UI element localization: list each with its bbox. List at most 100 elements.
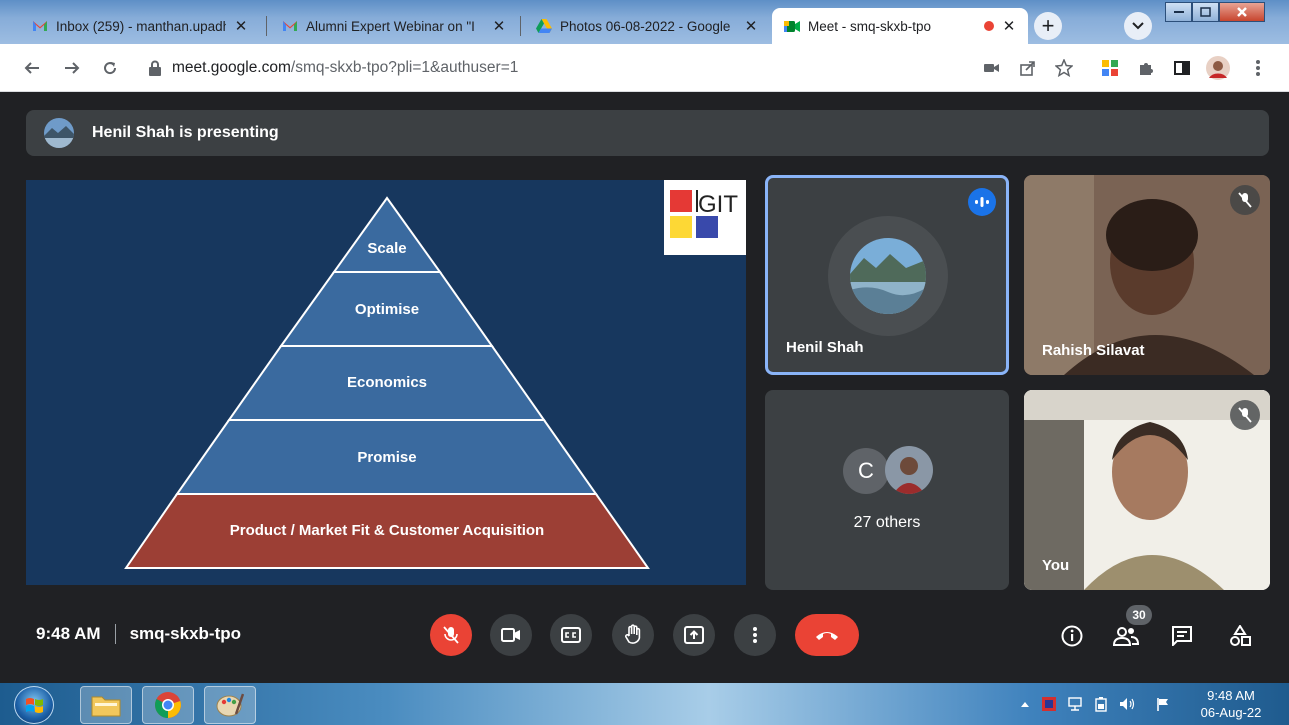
git-logo: GIT bbox=[664, 180, 746, 255]
profile-avatar[interactable] bbox=[1206, 56, 1230, 80]
raise-hand-button[interactable] bbox=[612, 614, 654, 656]
captions-button[interactable] bbox=[550, 614, 592, 656]
camera-in-use-icon[interactable] bbox=[980, 56, 1004, 80]
tab-search-button[interactable] bbox=[1124, 12, 1152, 40]
participant-name: Rahish Silavat bbox=[1042, 342, 1145, 359]
meeting-code: smq-skxb-tpo bbox=[129, 624, 242, 643]
drive-icon bbox=[536, 18, 552, 34]
participant-tile-you[interactable]: You bbox=[1024, 390, 1270, 590]
address-bar[interactable]: meet.google.com/smq-skxb-tpo?pli=1&authu… bbox=[148, 56, 518, 80]
hang-up-icon bbox=[816, 632, 838, 640]
tab-title: Alumni Expert Webinar on "I bbox=[306, 18, 475, 34]
participant-tile-others[interactable]: C 27 others bbox=[765, 390, 1009, 590]
divider bbox=[114, 624, 116, 644]
meeting-info: 9:48 AM smq-skxb-tpo bbox=[36, 624, 241, 644]
taskbar-explorer[interactable] bbox=[80, 686, 132, 724]
volume-icon[interactable] bbox=[1118, 695, 1136, 713]
present-screen-icon bbox=[684, 626, 704, 644]
tab-divider bbox=[520, 16, 521, 36]
chevron-down-icon bbox=[1132, 22, 1144, 30]
minimize-icon bbox=[1173, 11, 1184, 13]
tab-close-icon[interactable]: ✕ bbox=[1000, 17, 1018, 35]
participant-name: Henil Shah bbox=[786, 339, 864, 356]
meeting-details-button[interactable] bbox=[1056, 620, 1088, 652]
maximize-icon bbox=[1200, 7, 1211, 17]
minimize-button[interactable] bbox=[1165, 2, 1192, 22]
tab-strip: Inbox (259) - manthan.upadh ✕ Alumni Exp… bbox=[0, 0, 1289, 44]
tab-close-icon[interactable]: ✕ bbox=[742, 17, 760, 35]
leave-call-button[interactable] bbox=[795, 614, 859, 656]
maximize-button[interactable] bbox=[1192, 2, 1219, 22]
back-button[interactable] bbox=[20, 56, 44, 80]
arrow-left-icon bbox=[24, 62, 39, 74]
gmail-icon bbox=[282, 18, 298, 34]
logo-text: GIT bbox=[698, 191, 738, 218]
new-tab-button[interactable]: + bbox=[1034, 12, 1062, 40]
pyramid-label-promise: Promise bbox=[357, 449, 416, 466]
participant-tile-rahish-silavat[interactable]: Rahish Silavat bbox=[1024, 175, 1270, 375]
tab-google-meet[interactable]: Meet - smq-skxb-tpo ✕ bbox=[772, 8, 1028, 44]
avatar-photo bbox=[885, 446, 933, 494]
close-icon bbox=[1237, 7, 1247, 17]
participant-avatar bbox=[828, 216, 948, 336]
share-icon[interactable] bbox=[1016, 56, 1040, 80]
tray-show-hidden-icon[interactable] bbox=[1016, 695, 1034, 713]
windows-taskbar: 9:48 AM 06-Aug-22 bbox=[0, 683, 1289, 725]
tray-app-icon[interactable] bbox=[1040, 695, 1058, 713]
forward-button[interactable] bbox=[60, 56, 84, 80]
presenting-text: Henil Shah is presenting bbox=[92, 124, 279, 141]
start-button[interactable] bbox=[14, 686, 54, 724]
microphone-toggle-button[interactable] bbox=[430, 614, 472, 656]
camera-toggle-button[interactable] bbox=[490, 614, 532, 656]
closed-captions-icon bbox=[561, 627, 581, 643]
window-controls bbox=[1165, 2, 1265, 22]
tab-alumni-webinar[interactable]: Alumni Expert Webinar on "I ✕ bbox=[270, 8, 518, 44]
people-icon bbox=[1113, 627, 1139, 646]
mic-off-icon bbox=[1230, 400, 1260, 430]
tab-close-icon[interactable]: ✕ bbox=[232, 17, 250, 35]
pyramid-level-scale bbox=[332, 196, 442, 273]
info-icon bbox=[1061, 625, 1083, 647]
arrow-right-icon bbox=[65, 62, 80, 74]
mic-off-icon bbox=[443, 626, 459, 644]
tab-google-photos[interactable]: Photos 06-08-2022 - Google ✕ bbox=[524, 8, 770, 44]
reload-icon bbox=[104, 62, 117, 75]
tab-close-icon[interactable]: ✕ bbox=[490, 17, 508, 35]
more-options-button[interactable] bbox=[734, 614, 776, 656]
pyramid-label-scale: Scale bbox=[367, 240, 406, 257]
present-screen-button[interactable] bbox=[673, 614, 715, 656]
video-camera-icon bbox=[501, 628, 520, 642]
reload-button[interactable] bbox=[98, 56, 122, 80]
url-host: meet.google.com bbox=[172, 59, 291, 76]
menu-kebab-icon[interactable] bbox=[1246, 56, 1270, 80]
chat-button[interactable] bbox=[1166, 620, 1198, 652]
taskbar-paint[interactable] bbox=[204, 686, 256, 724]
shared-screen-slide: Scale Optimise Economics Promise Product… bbox=[26, 180, 746, 585]
raise-hand-icon bbox=[625, 624, 641, 644]
window-close-button[interactable] bbox=[1219, 2, 1265, 22]
tab-gmail-inbox[interactable]: Inbox (259) - manthan.upadh ✕ bbox=[20, 8, 260, 44]
clock-date: 06-Aug-22 bbox=[1200, 705, 1262, 720]
browser-toolbar: meet.google.com/smq-skxb-tpo?pli=1&authu… bbox=[0, 44, 1289, 92]
battery-icon[interactable] bbox=[1092, 695, 1110, 713]
tab-title: Photos 06-08-2022 - Google bbox=[560, 18, 731, 34]
side-panel-icon[interactable] bbox=[1170, 56, 1194, 80]
taskbar-clock[interactable]: 9:48 AM 06-Aug-22 bbox=[1196, 687, 1266, 721]
gmail-icon bbox=[32, 18, 48, 34]
lock-icon bbox=[149, 60, 161, 76]
tab-divider bbox=[266, 16, 267, 36]
extension-colorful-icon[interactable] bbox=[1098, 56, 1122, 80]
participant-name: 27 others bbox=[853, 514, 921, 531]
clock-time: 9:48 AM bbox=[1207, 688, 1255, 703]
extensions-puzzle-icon[interactable] bbox=[1134, 56, 1158, 80]
activities-button[interactable] bbox=[1224, 620, 1256, 652]
participant-name: You bbox=[1042, 557, 1070, 574]
speaking-indicator-icon bbox=[968, 188, 996, 216]
presenter-avatar bbox=[44, 118, 74, 148]
taskbar-chrome[interactable] bbox=[142, 686, 194, 724]
participant-tile-henil-shah[interactable]: Henil Shah bbox=[765, 175, 1009, 375]
action-center-flag-icon[interactable] bbox=[1154, 695, 1172, 713]
people-button[interactable] bbox=[1110, 620, 1142, 652]
network-icon[interactable] bbox=[1066, 695, 1084, 713]
bookmark-star-icon[interactable] bbox=[1052, 56, 1076, 80]
